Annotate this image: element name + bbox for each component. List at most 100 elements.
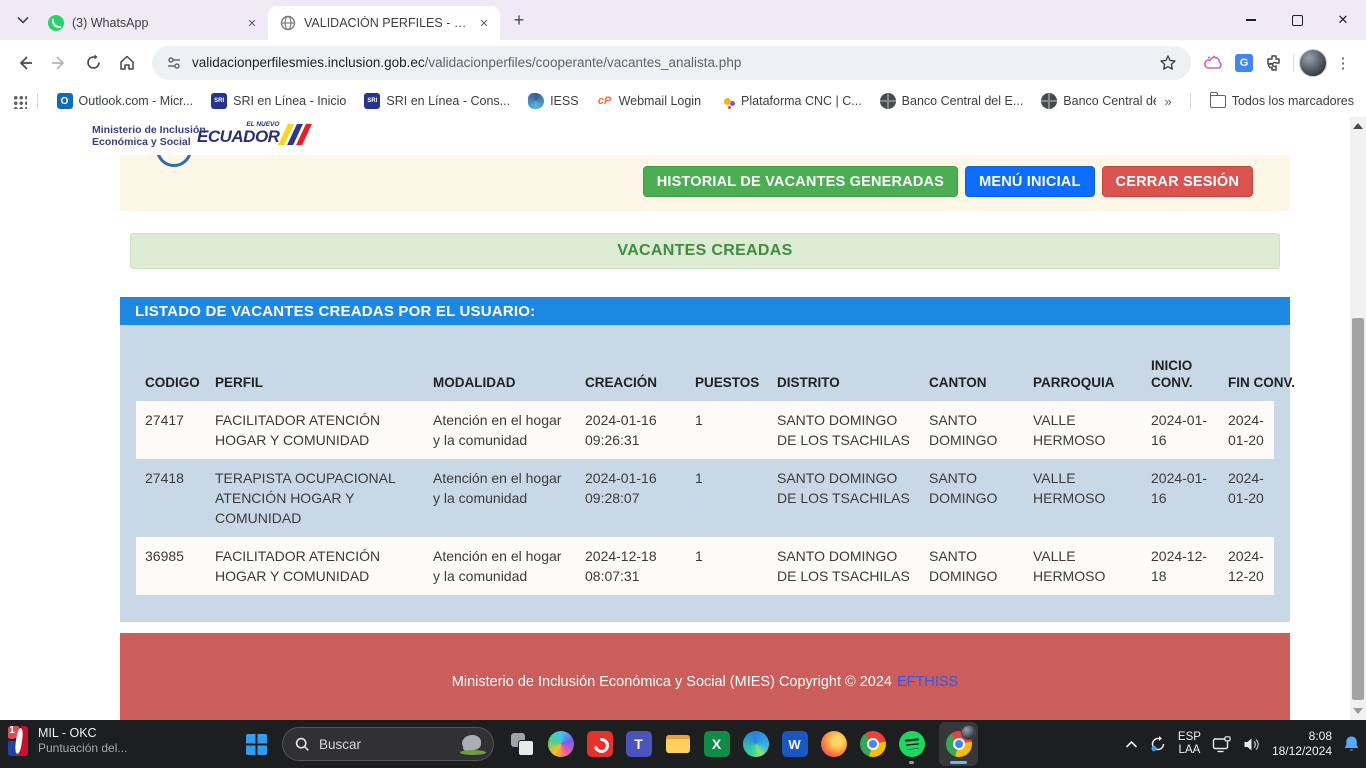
- cell-codigo: 27417: [136, 410, 206, 450]
- bookmark-star-icon[interactable]: [1159, 54, 1177, 72]
- cell-parroquia: VALLE HERMOSO: [1024, 546, 1142, 586]
- cell-canton: SANTO DOMINGO: [920, 546, 1024, 586]
- bookmark-item[interactable]: SRI en Línea - Inicio: [211, 93, 346, 109]
- table-title-bar: LISTADO DE VACANTES CREADAS POR EL USUAR…: [120, 297, 1290, 325]
- tab-whatsapp[interactable]: (3) WhatsApp ✕: [36, 6, 268, 40]
- maximize-button[interactable]: [1274, 0, 1320, 40]
- browser-menu-icon[interactable]: ⋮: [1328, 48, 1358, 78]
- bookmarks-list: Outlook.com - Micr... SRI en Línea - Inic…: [48, 93, 1157, 109]
- all-bookmarks-button[interactable]: Todos los marcadores: [1210, 94, 1354, 108]
- apps-grid-icon[interactable]: [12, 94, 27, 109]
- cast-display-icon[interactable]: [1212, 736, 1232, 753]
- cerrar-sesion-button[interactable]: CERRAR SESIÓN: [1102, 166, 1253, 197]
- news-widget[interactable]: 1 MIL - OKC Puntuación del...: [8, 725, 127, 756]
- globe-dark-icon: [880, 93, 896, 109]
- bookmark-item[interactable]: IESS: [528, 93, 579, 109]
- cell-fin: 2024-12-20: [1219, 546, 1274, 586]
- scrollbar-thumb[interactable]: [1352, 318, 1364, 700]
- minimize-button[interactable]: [1228, 0, 1274, 40]
- page-content: Ministerio de Inclusión Económica y Soci…: [0, 117, 1350, 720]
- site-info-icon[interactable]: [166, 55, 182, 71]
- url-host: validacionperfilesmies.inclusion.gob.ec: [192, 55, 425, 70]
- divider: [37, 93, 38, 109]
- historial-vacantes-button[interactable]: HISTORIAL DE VACANTES GENERADAS: [643, 166, 958, 197]
- new-tab-button[interactable]: +: [506, 7, 532, 33]
- bookmarks-overflow-icon[interactable]: »: [1164, 94, 1171, 109]
- menu-inicial-button[interactable]: MENÚ INICIAL: [965, 166, 1094, 197]
- taskbar-app-chrome-active[interactable]: [939, 722, 978, 766]
- home-button[interactable]: [110, 46, 144, 80]
- bookmark-label: Outlook.com - Micr...: [79, 94, 194, 108]
- cell-fin: 2024-01-20: [1219, 468, 1274, 528]
- close-tab-icon[interactable]: ✕: [244, 15, 260, 31]
- bookmark-item[interactable]: Banco Central del E...: [880, 93, 1024, 109]
- bookmark-item[interactable]: Webmail Login: [597, 93, 701, 109]
- cell-puestos: 1: [686, 410, 768, 450]
- tab-validacion-perfiles[interactable]: VALIDACIÓN PERFILES - MIES ✕: [268, 6, 500, 40]
- taskbar-app-excel[interactable]: [697, 722, 736, 766]
- notification-bell-icon[interactable]: [1343, 735, 1360, 753]
- taskbar-app-teams[interactable]: [619, 722, 658, 766]
- weather-extension-icon[interactable]: [1199, 48, 1229, 78]
- tray-chevron-up-icon[interactable]: [1125, 740, 1138, 749]
- window-controls: ✕: [1228, 0, 1366, 40]
- folder-icon: [1210, 95, 1226, 108]
- cell-perfil: FACILITADOR ATENCIÓN HOGAR Y COMUNIDAD: [206, 546, 424, 586]
- pdf-icon: [587, 731, 613, 757]
- search-highlight-elephant-icon: [459, 732, 487, 756]
- close-window-button[interactable]: ✕: [1320, 0, 1366, 40]
- cell-fin: 2024-01-20: [1219, 410, 1274, 450]
- taskbar-app-copilot[interactable]: [541, 722, 580, 766]
- toolbar-divider: [1293, 54, 1294, 72]
- taskbar-app-edge[interactable]: [736, 722, 775, 766]
- bookmark-item[interactable]: Outlook.com - Micr...: [57, 93, 194, 109]
- profile-avatar[interactable]: [1298, 48, 1328, 78]
- taskbar-app-pdf[interactable]: [580, 722, 619, 766]
- cell-modalidad: Atención en el hogar y la comunidad: [424, 410, 576, 450]
- taskbar-app-spotify[interactable]: [892, 722, 931, 766]
- table-row: 27417FACILITADOR ATENCIÓN HOGAR Y COMUNI…: [136, 401, 1274, 459]
- taskbar-app-chrome[interactable]: [853, 722, 892, 766]
- taskbar-app-word[interactable]: [775, 722, 814, 766]
- nba-logo-icon: 1: [8, 726, 28, 756]
- taskbar-app-task-view[interactable]: [502, 722, 541, 766]
- extensions-puzzle-icon[interactable]: [1259, 48, 1289, 78]
- forward-button[interactable]: [42, 46, 76, 80]
- language-indicator[interactable]: ESP LAA: [1178, 731, 1201, 757]
- cell-distrito: SANTO DOMINGO DE LOS TSACHILAS: [768, 410, 920, 450]
- cell-canton: SANTO DOMINGO: [920, 410, 1024, 450]
- scrollbar[interactable]: [1350, 117, 1366, 720]
- cell-distrito: SANTO DOMINGO DE LOS TSACHILAS: [768, 546, 920, 586]
- translate-icon[interactable]: G: [1229, 48, 1259, 78]
- sync-icon[interactable]: [1149, 735, 1167, 753]
- address-bar[interactable]: validacionperfilesmies.inclusion.gob.ec/…: [152, 46, 1191, 80]
- taskbar-search[interactable]: Buscar: [282, 727, 494, 761]
- cell-parroquia: VALLE HERMOSO: [1024, 468, 1142, 528]
- close-tab-icon[interactable]: ✕: [476, 15, 492, 31]
- column-header-creacion: CREACIÓN: [576, 374, 686, 391]
- taskbar-app-firefox[interactable]: [814, 722, 853, 766]
- taskbar-clock[interactable]: 8:08 18/12/2024: [1272, 729, 1332, 759]
- bookmark-item[interactable]: SRI en Línea - Cons...: [364, 93, 510, 109]
- tab-search-button[interactable]: [10, 7, 36, 33]
- start-button[interactable]: [238, 726, 274, 762]
- footer-link[interactable]: EFTHISS: [897, 674, 958, 690]
- back-icon: [16, 54, 34, 72]
- back-button[interactable]: [8, 46, 42, 80]
- widget-title: MIL - OKC: [38, 725, 127, 741]
- tab-label: VALIDACIÓN PERFILES - MIES: [304, 16, 468, 30]
- taskbar-app-file-explorer[interactable]: [658, 722, 697, 766]
- taskbar-apps: [502, 722, 931, 766]
- url-path: /validacionperfiles/cooperante/vacantes_…: [425, 55, 742, 70]
- globe-icon: [280, 15, 296, 31]
- volume-icon[interactable]: [1243, 737, 1261, 752]
- reload-button[interactable]: [76, 46, 110, 80]
- bookmark-item[interactable]: Banco Central del E...: [1041, 93, 1156, 109]
- scroll-down-arrow[interactable]: [1353, 708, 1363, 714]
- cell-modalidad: Atención en el hogar y la comunidad: [424, 468, 576, 528]
- cell-inicio: 2024-12-18: [1142, 546, 1219, 586]
- scroll-up-arrow[interactable]: [1353, 123, 1363, 129]
- language-line1: ESP: [1178, 731, 1201, 744]
- bookmark-item[interactable]: Plataforma CNC | C...: [719, 93, 862, 109]
- panel-buttons: HISTORIAL DE VACANTES GENERADAS MENÚ INI…: [643, 166, 1253, 197]
